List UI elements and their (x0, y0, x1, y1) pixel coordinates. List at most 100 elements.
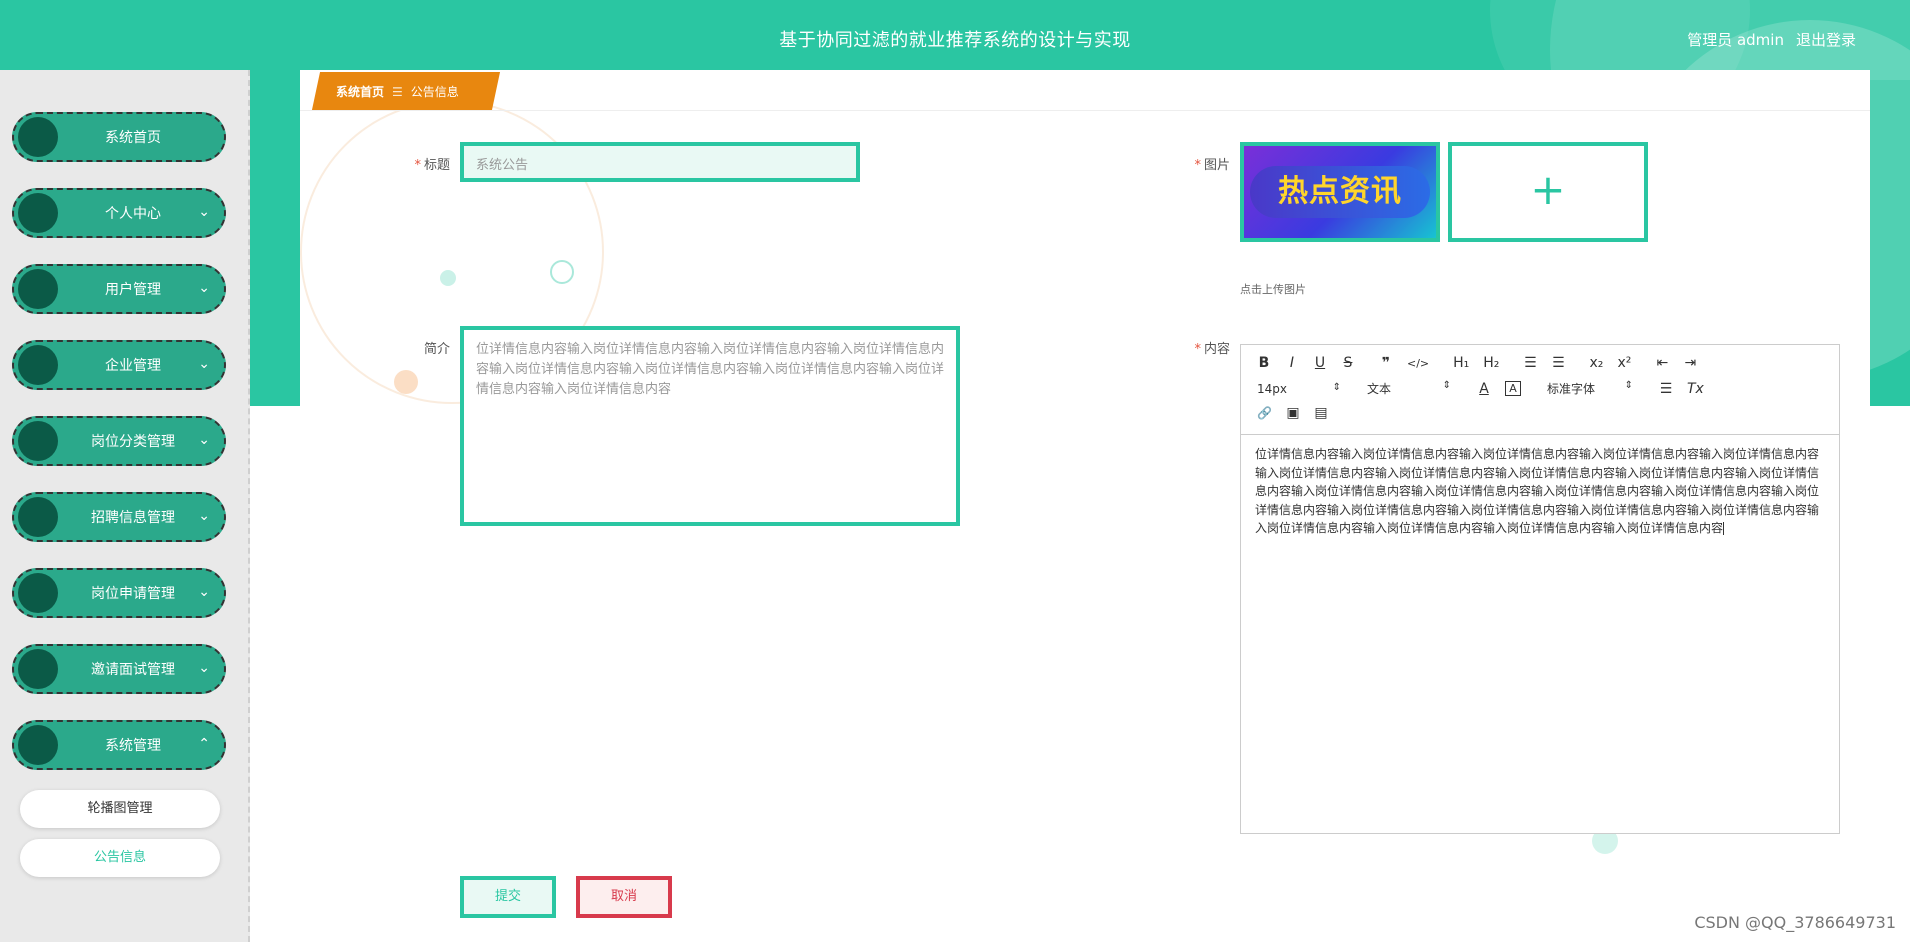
paragraph-format-value: 文本 (1367, 382, 1392, 396)
select-arrow-icon: ⇕ (1442, 380, 1451, 391)
chevron-down-icon: ⌄ (198, 584, 210, 600)
background-decoration (394, 370, 418, 394)
editor-content-text: 位详情信息内容输入岗位详情信息内容输入岗位详情信息内容输入岗位详情信息内容输入岗… (1255, 447, 1820, 535)
watermark: CSDN @QQ_3786649731 (1694, 913, 1896, 932)
sidebar-item-interview[interactable]: 邀请面试管理 ⌄ (12, 644, 226, 694)
toolbar-row: B I U S ❞ </> H₁ H₂ ☰ ☰ x₂ x² ⇤ ⇥ (1257, 355, 1711, 371)
intro-textarea[interactable]: 位详情信息内容输入岗位详情信息内容输入岗位详情信息内容输入岗位详情信息内容输入岗… (460, 326, 960, 526)
sidebar-item-company-management[interactable]: 企业管理 ⌄ (12, 340, 226, 390)
image-insert-icon[interactable]: ▣ (1286, 405, 1300, 421)
sidebar-item-label: 系统首页 (105, 130, 161, 146)
chevron-down-icon: ⌄ (198, 660, 210, 676)
sidebar-item-home[interactable]: 系统首页 (12, 112, 226, 162)
sidebar-item-recruitment[interactable]: 招聘信息管理 ⌄ (12, 492, 226, 542)
nav-dot-icon (18, 193, 58, 233)
underline-icon[interactable]: U (1313, 355, 1327, 371)
sidebar-item-label: 招聘信息管理 (91, 510, 175, 526)
sidebar-divider (242, 70, 250, 942)
select-arrow-icon: ⇕ (1624, 380, 1633, 391)
editor-toolbar: B I U S ❞ </> H₁ H₂ ☰ ☰ x₂ x² ⇤ ⇥ 14px ⇕ … (1241, 345, 1839, 435)
hot-news-banner: 热点资讯 (1250, 166, 1430, 218)
sidebar-item-job-category[interactable]: 岗位分类管理 ⌄ (12, 416, 226, 466)
background-color-icon[interactable]: A (1505, 381, 1521, 396)
chevron-down-icon: ⌄ (198, 432, 210, 448)
font-size-select[interactable]: 14px ⇕ (1257, 382, 1341, 396)
intro-label-text: 简介 (423, 342, 450, 357)
uploaded-image-thumbnail[interactable]: 热点资讯 (1240, 142, 1440, 242)
clear-format-icon[interactable]: Tx (1687, 381, 1704, 397)
sidebar-item-label: 系统管理 (105, 738, 161, 754)
ordered-list-icon[interactable]: ☰ (1523, 355, 1537, 371)
nav-dot-icon (18, 497, 58, 537)
font-family-value: 标准字体 (1547, 382, 1596, 396)
system-title: 基于协同过滤的就业推荐系统的设计与实现 (779, 30, 1131, 51)
align-icon[interactable]: ☰ (1659, 381, 1673, 397)
sidebar-item-job-application[interactable]: 岗位申请管理 ⌄ (12, 568, 226, 618)
heading-1-icon[interactable]: H₁ (1453, 355, 1469, 371)
sidebar-item-label: 岗位分类管理 (91, 434, 175, 450)
sidebar-item-label: 企业管理 (105, 358, 161, 374)
chevron-down-icon: ⌄ (198, 356, 210, 372)
superscript-icon[interactable]: x² (1617, 355, 1631, 371)
bold-icon[interactable]: B (1257, 355, 1271, 371)
image-label-text: 图片 (1203, 158, 1230, 173)
nav-dot-icon (18, 573, 58, 613)
strikethrough-icon[interactable]: S (1341, 355, 1355, 371)
nav-dot-icon (18, 117, 58, 157)
image-label: * 图片 (1180, 154, 1230, 173)
sidebar-item-label: 岗位申请管理 (91, 586, 175, 602)
subscript-icon[interactable]: x₂ (1589, 355, 1603, 371)
background-decoration (550, 260, 574, 284)
upload-add-button[interactable]: + (1448, 142, 1648, 242)
chevron-down-icon: ⌄ (198, 280, 210, 296)
font-family-select[interactable]: 标准字体 ⇕ (1547, 380, 1633, 397)
sidebar-item-system-management[interactable]: 系统管理 ⌃ (12, 720, 226, 770)
top-bar: 基于协同过滤的就业推荐系统的设计与实现 管理员 admin 退出登录 (0, 0, 1910, 80)
rich-text-editor: B I U S ❞ </> H₁ H₂ ☰ ☰ x₂ x² ⇤ ⇥ 14px ⇕ … (1240, 344, 1840, 834)
toolbar-row: 🔗 ▣ ▤ (1257, 405, 1342, 421)
title-label: * 标题 (400, 154, 450, 173)
title-input[interactable]: 系统公告 (460, 142, 860, 182)
breadcrumb-home[interactable]: 系统首页 (336, 85, 384, 99)
video-insert-icon[interactable]: ▤ (1314, 405, 1328, 421)
sidebar-item-personal-center[interactable]: 个人中心 ⌄ (12, 188, 226, 238)
font-size-value: 14px (1257, 381, 1287, 396)
sidebar-item-user-management[interactable]: 用户管理 ⌄ (12, 264, 226, 314)
blockquote-icon[interactable]: ❞ (1379, 355, 1393, 371)
breadcrumb-divider (300, 110, 1870, 111)
chevron-down-icon: ⌄ (198, 508, 210, 524)
sidebar-item-label: 个人中心 (105, 206, 161, 222)
sidebar-subitem-carousel[interactable]: 轮播图管理 (20, 790, 220, 828)
toolbar-row: 14px ⇕ 文本 ⇕ A A 标准字体 ⇕ ☰ Tx (1257, 380, 1718, 397)
required-mark: * (1194, 342, 1201, 357)
heading-2-icon[interactable]: H₂ (1483, 355, 1499, 371)
intro-label: 简介 (400, 338, 450, 357)
required-mark: * (1194, 158, 1201, 173)
editor-content-area[interactable]: 位详情信息内容输入岗位详情信息内容输入岗位详情信息内容输入岗位详情信息内容输入岗… (1255, 445, 1825, 538)
bullet-list-icon[interactable]: ☰ (1551, 355, 1565, 371)
nav-dot-icon (18, 269, 58, 309)
text-caret (1723, 522, 1725, 535)
indent-icon[interactable]: ⇥ (1683, 355, 1697, 371)
select-arrow-icon: ⇕ (1332, 381, 1341, 393)
content-label-text: 内容 (1203, 342, 1230, 357)
content-label: * 内容 (1180, 338, 1230, 357)
paragraph-format-select[interactable]: 文本 ⇕ (1367, 380, 1451, 397)
outdent-icon[interactable]: ⇤ (1655, 355, 1669, 371)
sidebar-item-label: 邀请面试管理 (91, 662, 175, 678)
link-icon[interactable]: 🔗 (1257, 406, 1272, 420)
italic-icon[interactable]: I (1285, 355, 1299, 371)
sidebar-item-label: 用户管理 (105, 282, 161, 298)
nav-dot-icon (18, 421, 58, 461)
background-decoration (440, 270, 456, 286)
upload-hint: 点击上传图片 (1240, 283, 1306, 296)
submit-button[interactable]: 提交 (460, 876, 556, 918)
sidebar-subitem-notice[interactable]: 公告信息 (20, 839, 220, 877)
nav-dot-icon (18, 725, 58, 765)
cancel-button[interactable]: 取消 (576, 876, 672, 918)
font-color-icon[interactable]: A (1477, 381, 1491, 397)
breadcrumb-separator-icon: ☰ (392, 85, 403, 99)
breadcrumb-current: 公告信息 (410, 85, 459, 99)
required-mark: * (414, 158, 421, 173)
code-block-icon[interactable]: </> (1407, 357, 1429, 370)
